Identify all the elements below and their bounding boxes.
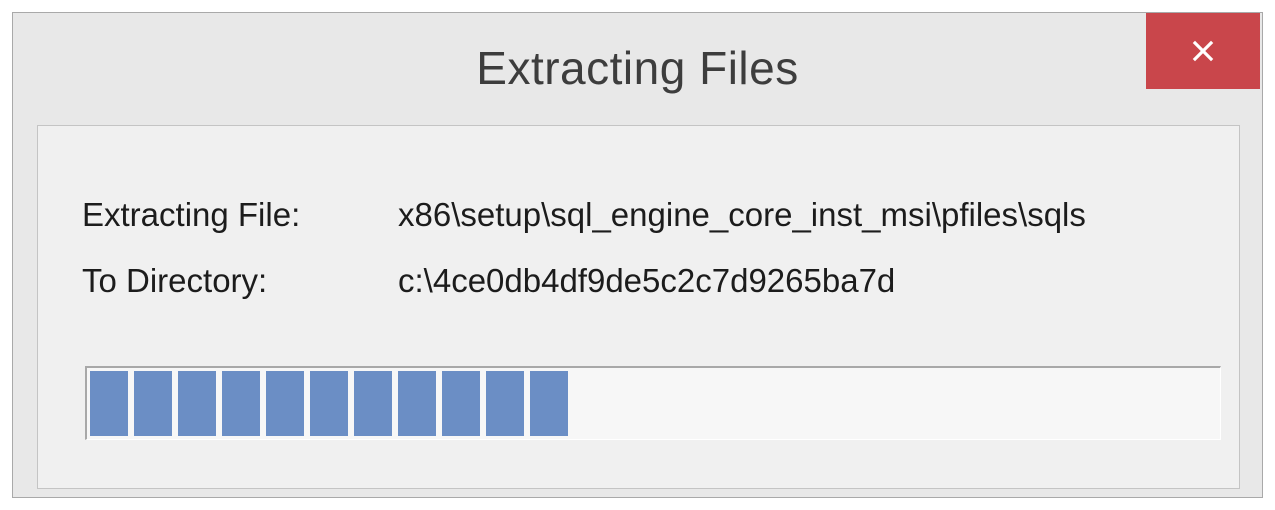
progress-block [222,371,260,436]
extracting-file-label: Extracting File: [82,196,301,233]
content-panel: Extracting File: x86\setup\sql_engine_co… [37,125,1240,489]
progress-block [134,371,172,436]
progress-block [442,371,480,436]
progress-block [530,371,568,436]
to-directory-value: c:\4ce0db4df9de5c2c7d9265ba7d [398,262,896,299]
progress-block [310,371,348,436]
progress-block [354,371,392,436]
close-icon [1192,40,1214,62]
to-directory-label: To Directory: [82,262,268,299]
progress-block [90,371,128,436]
progress-block [178,371,216,436]
close-button[interactable] [1146,13,1260,89]
extracting-file-value: x86\setup\sql_engine_core_inst_msi\pfile… [398,196,1086,233]
progress-bar [85,366,1221,440]
extracting-files-dialog: Extracting Files Extracting File: x86\se… [12,12,1263,498]
progress-block [398,371,436,436]
window-title: Extracting Files [476,42,799,94]
progress-block [486,371,524,436]
title-bar[interactable]: Extracting Files [13,13,1262,125]
progress-fill [90,371,568,436]
progress-block [266,371,304,436]
